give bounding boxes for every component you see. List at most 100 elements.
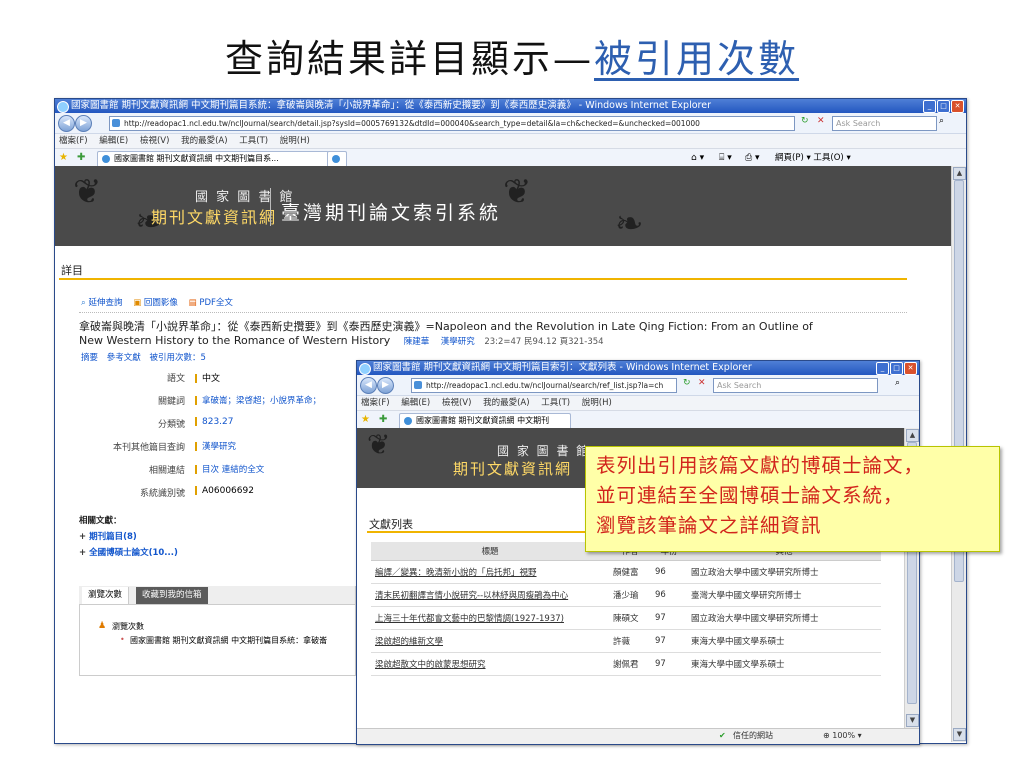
menu-file[interactable]: 檔案(F) [361,398,390,408]
ie-icon [57,101,69,113]
slide-title-highlight: 被引用次數 [594,37,800,81]
refresh-icon[interactable]: ↻ [683,378,691,388]
menu-file[interactable]: 檔案(F) [59,136,88,146]
url-field[interactable]: http://readopac1.ncl.edu.tw/nclJournal/s… [109,116,795,131]
menu-edit[interactable]: 編輯(E) [99,136,128,146]
close-button[interactable]: ✕ [904,362,917,375]
thesis-title-link[interactable]: 梁啟超散文中的啟蒙思想研究 [371,652,609,676]
ie-icon [359,363,371,375]
forward-button[interactable]: ▶ [75,115,92,132]
favorites-star-icon[interactable]: ★ [361,411,370,429]
menu-tools[interactable]: 工具(T) [541,398,570,408]
issue-info: 23:2=47 民94.12 頁321-354 [484,337,604,347]
keywords-value[interactable]: 拿破崙；梁啓超；小說界革命； [195,394,321,406]
stop-icon[interactable]: ✕ [817,116,825,126]
popup-search-input[interactable]: Ask Search [713,378,878,393]
thesis-other: 臺灣大學中國文學研究所博士 [687,583,881,607]
thesis-title-link[interactable]: 梁啟超的維新文學 [371,629,609,653]
back-button[interactable]: ◀ [360,377,377,394]
citation-count-link[interactable]: 被引用次數：5 [149,353,205,363]
article-title-line2: New Western History to the Romance of We… [79,334,604,347]
command-bar[interactable]: 網頁(P) ▾ 工具(O) ▾ [775,149,851,167]
banner-divider [270,188,271,226]
table-row: 梁啟超散文中的啟蒙思想研究 謝佩君 97 東海大學中國文學系碩士 [371,652,881,676]
related-title: 相關文獻： [79,516,122,526]
scroll-up-icon[interactable]: ▲ [906,429,919,442]
views-item[interactable]: 國家圖書館 期刊文獻資訊網 中文期刊篇目系統：拿破崙 [130,635,327,646]
browser-tab[interactable]: 國家圖書館 期刊文獻資訊網 中文期刊篇目系... [97,151,329,166]
new-tab-button[interactable] [327,151,347,166]
window-controls: _ □ ✕ [923,100,964,113]
other-issues-value[interactable]: 漢學研究 [195,440,236,452]
feeds-icon[interactable]: ⌸ ▾ [719,149,732,167]
abstract-link[interactable]: 摘要 [81,353,98,363]
views-panel: 瀏覽次數 收藏到我的信箱 ♟ 瀏覽次數 • 國家圖書館 期刊文獻資訊網 中文期刊… [79,586,356,676]
zoom-control[interactable]: ⊕ 100% ▾ [823,729,862,743]
minimize-button[interactable]: _ [876,362,889,375]
popup-section-title: 文獻列表 [369,518,413,531]
search-icon[interactable]: ⌕ [895,378,900,388]
maximize-button[interactable]: □ [937,100,950,113]
search-input[interactable]: Ask Search [832,116,937,131]
detail-links: 摘要 參考文獻 被引用次數：5 [81,351,206,363]
field-label: 本刊其他篇目查詢 [112,443,185,453]
search-icon[interactable]: ⌕ [939,116,944,126]
popup-window-controls: _ □ ✕ [876,362,917,375]
image-link[interactable]: 回圖影像 [144,298,178,308]
menu-help[interactable]: 說明(H) [280,136,310,146]
classification-value[interactable]: 823.27 [195,417,234,427]
scroll-down-icon[interactable]: ▼ [906,714,919,727]
stop-icon[interactable]: ✕ [698,378,706,388]
thesis-author: 潘少瑜 [609,583,651,607]
popup-titlebar: 國家圖書館 期刊文獻資訊網 中文期刊篇目索引：文獻列表 - Windows In… [357,361,919,375]
menu-tools[interactable]: 工具(T) [239,136,268,146]
favorites-star-icon[interactable]: ★ [59,149,68,167]
add-favorite-icon[interactable]: ✚ [379,411,387,429]
refresh-icon[interactable]: ↻ [801,116,809,126]
close-button[interactable]: ✕ [951,100,964,113]
thesis-year: 96 [651,560,687,584]
forward-button[interactable]: ▶ [377,377,394,394]
browser-tab[interactable]: 國家圖書館 期刊文獻資訊網 中文期刊 [399,413,571,428]
menu-favorites[interactable]: 我的最愛(A) [483,398,529,408]
pdf-link[interactable]: PDF全文 [199,298,233,308]
scroll-down-icon[interactable]: ▼ [953,728,966,741]
menu-edit[interactable]: 編輯(E) [401,398,430,408]
tab-save-to-mail[interactable]: 收藏到我的信箱 [136,587,208,604]
extend-search-link[interactable]: 延伸查詢 [88,298,122,308]
menu-view[interactable]: 檢視(V) [442,398,471,408]
main-menubar: 檔案(F) 編輯(E) 檢視(V) 我的最愛(A) 工具(T) 說明(H) [55,134,966,149]
journal-link[interactable]: 漢學研究 [441,337,475,347]
maximize-button[interactable]: □ [890,362,903,375]
field-label: 相關連結 [148,466,185,476]
add-favorite-icon[interactable]: ✚ [77,149,85,167]
field-label: 語文 [166,374,185,384]
menu-help[interactable]: 說明(H) [582,398,612,408]
library-name: 國 家 圖 書 館 [497,444,591,458]
menu-view[interactable]: 檢視(V) [140,136,169,146]
minimize-button[interactable]: _ [923,100,936,113]
menu-favorites[interactable]: 我的最愛(A) [181,136,227,146]
author-link[interactable]: 陳建華 [404,337,430,347]
column-title: 標題 [371,542,609,561]
thesis-year: 97 [651,629,687,653]
related-item[interactable]: + 全國博碩士論文(10...) [79,546,178,558]
print-icon[interactable]: ⎙ ▾ [745,149,760,167]
thesis-other: 國立政治大學中國文學研究所博士 [687,560,881,584]
thesis-title-link[interactable]: 清末民初翻譯言情小說研究--以林紓與周瘦鵑為中心 [371,583,609,607]
tools-divider [79,312,907,313]
popup-window-title: 國家圖書館 期刊文獻資訊網 中文期刊篇目索引：文獻列表 - Windows In… [373,362,752,373]
back-button[interactable]: ◀ [58,115,75,132]
related-links-value[interactable]: 目次 連結的全文 [195,463,264,475]
thesis-title-link[interactable]: 編譯／變異：晚清新小說的「烏托邦」視野 [371,560,609,584]
popup-url-field[interactable]: http://readopac1.ncl.edu.tw/nclJournal/s… [411,378,677,393]
scroll-up-icon[interactable]: ▲ [953,167,966,180]
related-item[interactable]: + 期刊篇目(8) [79,530,137,542]
thesis-author: 陳碩文 [609,606,651,630]
callout-line: 瀏覽該筆論文之詳細資訊 [596,514,822,537]
thesis-other: 東海大學中國文學系碩士 [687,652,881,676]
references-link[interactable]: 參考文獻 [107,353,141,363]
home-icon[interactable]: ⌂ ▾ [691,149,704,167]
tab-views[interactable]: 瀏覽次數 [82,587,130,604]
thesis-title-link[interactable]: 上海三十年代都會文藝中的巴黎情調(1927-1937) [371,606,609,630]
